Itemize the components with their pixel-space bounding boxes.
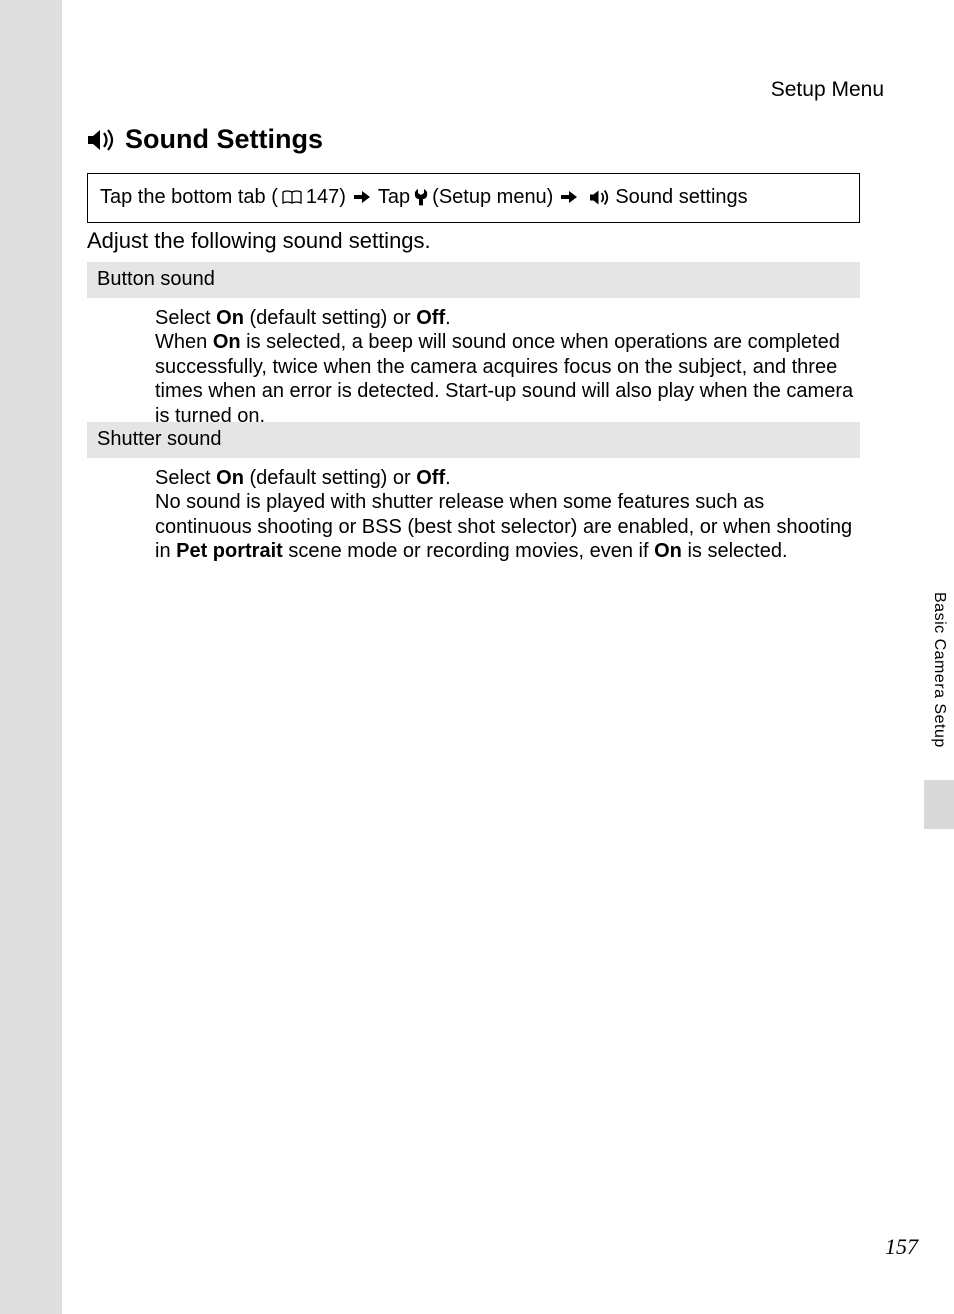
option-body: Select On (default setting) or Off. No s… (87, 458, 860, 564)
body-bold: Off (416, 307, 445, 329)
speaker-icon (87, 128, 117, 152)
body-text: is selected, a beep will sound once when… (155, 331, 853, 426)
body-bold: Pet portrait (176, 540, 283, 562)
navigation-path: Tap the bottom tab ( 147) Tap (Setup men… (87, 173, 860, 223)
breadcrumb-text: Sound settings (615, 184, 747, 210)
manual-page: Setup Menu Sound Settings Tap the bottom… (62, 0, 954, 1314)
page-number: 157 (885, 1234, 918, 1260)
body-bold: On (654, 540, 682, 562)
side-tab-label: Basic Camera Setup (930, 592, 948, 748)
breadcrumb-pageref: 147) (306, 184, 346, 210)
body-text: Select (155, 467, 216, 489)
option-header: Shutter sound (87, 422, 860, 458)
body-text: (default setting) or (244, 467, 416, 489)
wrench-icon (414, 188, 428, 206)
body-bold: On (213, 331, 241, 353)
body-bold: On (216, 467, 244, 489)
speaker-icon (589, 189, 611, 206)
option-body: Select On (default setting) or Off. When… (87, 298, 860, 428)
breadcrumb-text: Tap (378, 184, 410, 210)
option-header: Button sound (87, 262, 860, 298)
body-text: scene mode or recording movies, even if (283, 540, 654, 562)
breadcrumb-text: Tap the bottom tab ( (100, 184, 278, 210)
side-tab-indicator (924, 780, 954, 829)
page-header: Setup Menu (771, 78, 884, 102)
intro-text: Adjust the following sound settings. (87, 228, 431, 254)
body-bold: Off (416, 467, 445, 489)
arrow-right-icon (561, 190, 577, 204)
option-shutter-sound: Shutter sound Select On (default setting… (87, 422, 860, 564)
body-bold: On (216, 307, 244, 329)
book-icon (282, 190, 302, 205)
breadcrumb-text: (Setup menu) (432, 184, 553, 210)
arrow-right-icon (354, 190, 370, 204)
body-text: . (445, 467, 451, 489)
body-text: (default setting) or (244, 307, 416, 329)
body-text: . (445, 307, 451, 329)
section-title-text: Sound Settings (125, 124, 323, 155)
section-title: Sound Settings (87, 124, 323, 155)
option-button-sound: Button sound Select On (default setting)… (87, 262, 860, 428)
body-text: is selected. (682, 540, 788, 562)
body-text: When (155, 331, 213, 353)
body-text: Select (155, 307, 216, 329)
